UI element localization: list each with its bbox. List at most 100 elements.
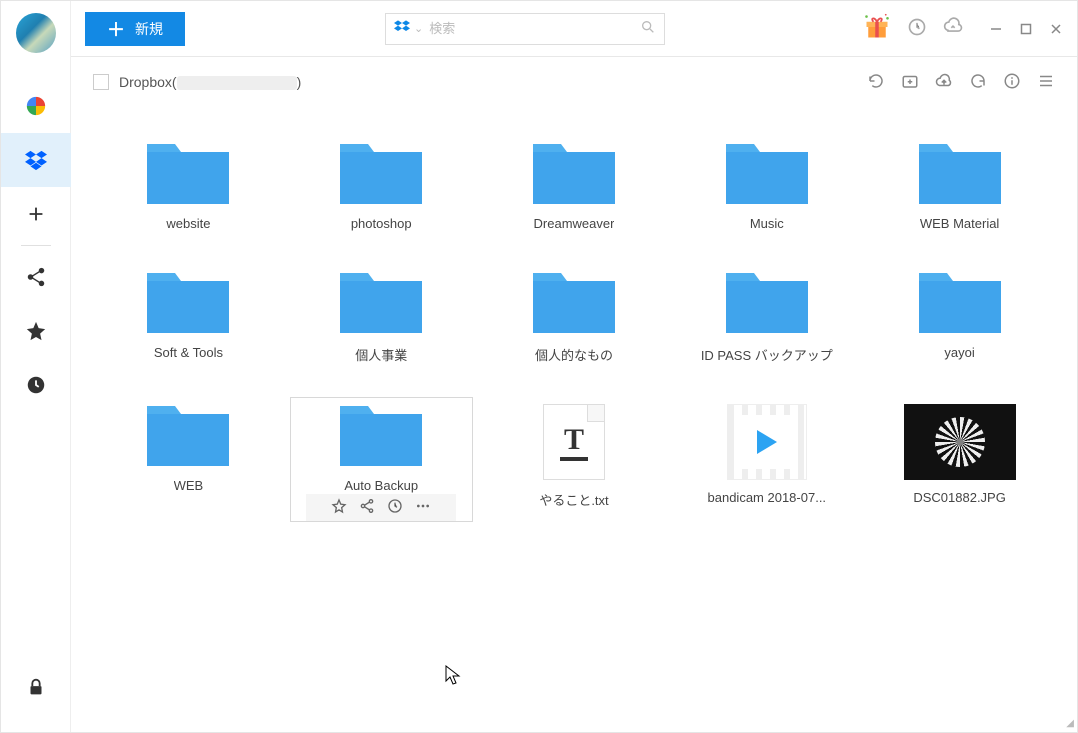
sidebar-item-share[interactable]	[1, 250, 71, 304]
select-all-checkbox[interactable]	[93, 74, 109, 90]
folder-icon	[145, 142, 231, 206]
sidebar-item-photos[interactable]	[1, 79, 71, 133]
folder-icon	[724, 142, 810, 206]
minimize-button[interactable]	[989, 22, 1003, 36]
sidebar-item-add[interactable]	[1, 187, 71, 241]
folder-item[interactable]: Auto Backup	[290, 397, 473, 522]
maximize-button[interactable]	[1019, 22, 1033, 36]
item-label: WEB Material	[920, 216, 999, 231]
item-label: Dreamweaver	[534, 216, 615, 231]
folder-item[interactable]: Dreamweaver	[483, 135, 666, 238]
folder-icon	[917, 271, 1003, 335]
folder-item[interactable]: WEB	[97, 397, 280, 522]
sidebar-item-dropbox[interactable]	[1, 133, 71, 187]
item-label: bandicam 2018-07...	[708, 490, 827, 505]
breadcrumb-bar: Dropbox()	[71, 57, 1077, 107]
dropbox-icon	[394, 19, 410, 38]
sidebar-item-lock[interactable]	[1, 660, 71, 714]
lock-icon	[25, 676, 47, 698]
folder-item[interactable]: ID PASS バックアップ	[675, 264, 858, 371]
history-icon[interactable]	[907, 17, 927, 40]
item-hover-toolbar	[306, 494, 456, 521]
item-label: Soft & Tools	[154, 345, 223, 360]
folder-item[interactable]: WEB Material	[868, 135, 1051, 238]
avatar[interactable]	[16, 13, 56, 53]
upload-button[interactable]	[935, 72, 953, 93]
folder-item[interactable]: Music	[675, 135, 858, 238]
more-button[interactable]	[415, 498, 431, 517]
dropbox-icon	[25, 149, 47, 171]
resize-grip[interactable]: ◢	[1066, 718, 1074, 729]
folder-icon	[145, 404, 231, 468]
search-input[interactable]	[429, 21, 640, 36]
item-label: Auto Backup	[344, 478, 418, 493]
folder-icon	[917, 142, 1003, 206]
divider	[21, 245, 51, 246]
share-icon	[25, 266, 47, 288]
folder-icon	[338, 142, 424, 206]
sidebar-item-favorites[interactable]	[1, 304, 71, 358]
cloud-sync-icon[interactable]	[943, 17, 963, 40]
sidebar-item-recent[interactable]	[1, 358, 71, 412]
new-folder-button[interactable]	[901, 72, 919, 93]
item-label: website	[166, 216, 210, 231]
folder-item[interactable]: website	[97, 135, 280, 238]
topbar: ＋ 新規 ⌄	[71, 1, 1077, 57]
new-button-label: 新規	[135, 19, 163, 39]
breadcrumb-actions	[867, 72, 1055, 93]
item-label: yayoi	[944, 345, 974, 360]
info-button[interactable]	[1003, 72, 1021, 93]
folder-item[interactable]: photoshop	[290, 135, 473, 238]
breadcrumb-account-redacted	[177, 76, 297, 90]
item-label: photoshop	[351, 216, 412, 231]
cursor-icon	[445, 665, 461, 688]
image-file-icon	[904, 404, 1016, 480]
share-button[interactable]	[359, 498, 375, 517]
folder-icon	[531, 271, 617, 335]
breadcrumb-service: Dropbox	[119, 74, 172, 90]
item-label: 個人的なもの	[535, 345, 613, 364]
clock-icon	[25, 374, 47, 396]
item-label: Music	[750, 216, 784, 231]
item-label: WEB	[174, 478, 204, 493]
gift-icon[interactable]	[863, 13, 891, 44]
text-file-icon: T	[543, 404, 605, 480]
chevron-down-icon[interactable]: ⌄	[414, 22, 423, 35]
new-button[interactable]: ＋ 新規	[85, 12, 185, 46]
window-controls	[989, 22, 1063, 36]
item-label: DSC01882.JPG	[913, 490, 1006, 505]
video-item[interactable]: bandicam 2018-07...	[675, 397, 858, 522]
folder-item[interactable]: 個人的なもの	[483, 264, 666, 371]
search-icon[interactable]	[640, 19, 656, 38]
image-item[interactable]: DSC01882.JPG	[868, 397, 1051, 522]
plus-icon	[25, 203, 47, 225]
folder-icon	[145, 271, 231, 335]
file-grid: website photoshop Dreamweaver Music WEB Mate…	[71, 107, 1077, 732]
folder-icon	[338, 404, 424, 468]
breadcrumb[interactable]: Dropbox()	[119, 74, 301, 90]
folder-icon	[724, 271, 810, 335]
item-label: ID PASS バックアップ	[701, 345, 833, 364]
sync-button[interactable]	[969, 72, 987, 93]
item-label: 個人事業	[355, 345, 407, 364]
favorite-button[interactable]	[331, 498, 347, 517]
close-button[interactable]	[1049, 22, 1063, 36]
folder-item[interactable]: Soft & Tools	[97, 264, 280, 371]
topbar-right	[863, 13, 1063, 44]
refresh-button[interactable]	[867, 72, 885, 93]
history-button[interactable]	[387, 498, 403, 517]
search-box[interactable]: ⌄	[385, 13, 665, 45]
folder-icon	[338, 271, 424, 335]
folder-icon	[531, 142, 617, 206]
pinwheel-icon	[25, 95, 47, 117]
main-area: ＋ 新規 ⌄	[71, 1, 1077, 732]
menu-button[interactable]	[1037, 72, 1055, 93]
folder-item[interactable]: 個人事業	[290, 264, 473, 371]
star-icon	[25, 320, 47, 342]
video-file-icon	[727, 404, 807, 480]
text-item[interactable]: T やること.txt	[483, 397, 666, 522]
plus-icon: ＋	[107, 16, 125, 42]
item-label: やること.txt	[539, 490, 608, 509]
folder-item[interactable]: yayoi	[868, 264, 1051, 371]
sidebar	[1, 1, 71, 732]
